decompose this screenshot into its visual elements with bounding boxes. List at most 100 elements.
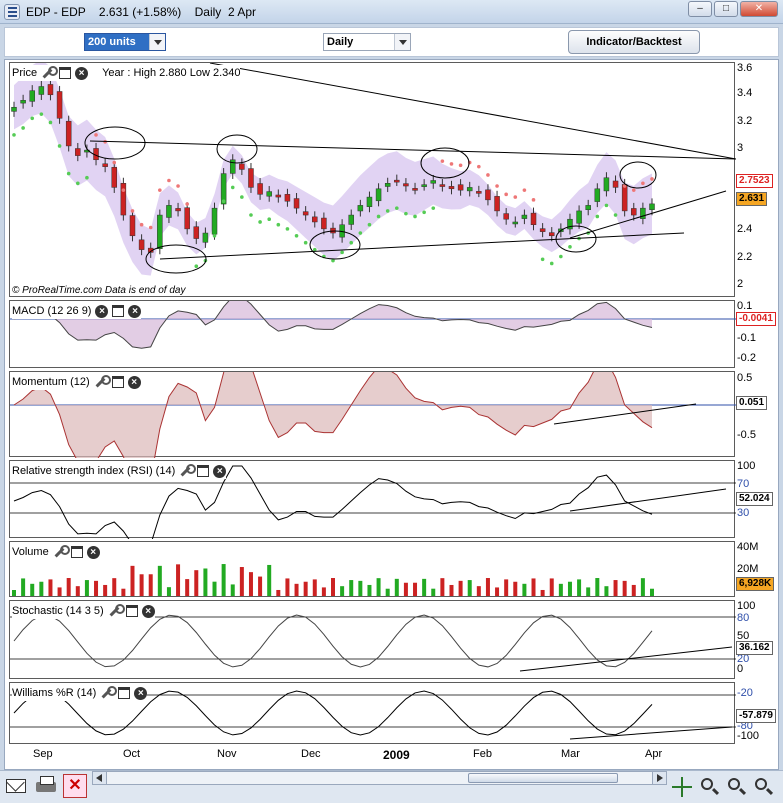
volume-bar <box>394 578 399 596</box>
candle-body <box>594 188 601 202</box>
candle-body <box>202 232 209 243</box>
minimize-button[interactable]: ‒ <box>688 1 712 17</box>
scroll-left-arrow-icon[interactable] <box>93 772 107 784</box>
stochastic-panel[interactable]: Stochastic (14 3 5) × <box>9 600 736 679</box>
scroll-thumb[interactable] <box>468 773 618 783</box>
window-icon[interactable] <box>112 305 125 317</box>
candle-body <box>321 217 327 230</box>
volume-bar <box>650 588 654 596</box>
wrench-icon[interactable] <box>41 66 59 80</box>
sar-dot <box>121 188 126 192</box>
horizontal-scrollbar[interactable] <box>92 771 667 785</box>
chevron-down-icon[interactable] <box>394 34 410 50</box>
delete-icon[interactable]: ✕ <box>63 774 87 798</box>
maximize-button[interactable]: □ <box>714 1 738 17</box>
window-title: EDP - EDP 2.631 (+1.58%) Daily 2 Apr <box>26 5 256 19</box>
window-icon[interactable] <box>111 376 124 388</box>
candle-body <box>567 218 573 230</box>
stochastic-tick: 0 <box>737 663 744 675</box>
sar-dot <box>85 175 89 180</box>
candle-body <box>129 215 136 237</box>
williams-axis: -20 -80 -100 -57.879 <box>735 682 780 744</box>
sar-dot <box>258 220 262 224</box>
period-select[interactable]: Daily <box>323 33 411 51</box>
close-icon[interactable]: × <box>75 66 89 80</box>
window-icon[interactable] <box>125 605 138 617</box>
volume-panel[interactable]: Volume × <box>9 541 735 597</box>
sar-dot <box>66 171 71 176</box>
window-icon[interactable] <box>197 465 210 477</box>
wrench-icon[interactable] <box>179 464 197 478</box>
sar-dot <box>158 188 162 192</box>
candle-body <box>284 194 291 202</box>
candle-body <box>585 205 591 210</box>
window-icon[interactable] <box>118 687 131 699</box>
williams-tick: -20 <box>737 687 753 699</box>
williams-label: Williams %R (14) <box>12 687 97 699</box>
close-icon[interactable]: × <box>213 464 227 478</box>
sar-dot <box>267 217 272 222</box>
candle-body <box>448 186 455 190</box>
williams-badge: -57.879 <box>736 709 776 723</box>
mail-icon[interactable] <box>6 779 26 793</box>
volume-bar <box>185 579 190 596</box>
zoom-out-icon[interactable] <box>727 777 747 797</box>
volume-bar <box>349 580 354 596</box>
williams-panel[interactable]: Williams %R (14) × <box>9 682 736 744</box>
price-footer: © ProRealTime.com Data is end of day <box>12 285 186 296</box>
candle-body <box>348 214 354 225</box>
candle-body <box>412 188 418 191</box>
indicator-backtest-button[interactable]: Indicator/Backtest <box>568 30 700 54</box>
volume-bar <box>640 578 645 596</box>
candle-body <box>403 183 409 187</box>
units-select[interactable]: 200 units <box>84 33 166 51</box>
close-button[interactable]: ✕ <box>740 1 778 17</box>
williams-tick: -100 <box>737 730 760 742</box>
candle-body <box>384 183 391 187</box>
wrench-icon[interactable] <box>94 375 111 389</box>
candle-body <box>75 148 81 156</box>
candle-body <box>239 163 245 170</box>
momentum-panel[interactable]: Momentum (12) × <box>9 371 736 458</box>
wrench-icon[interactable] <box>100 686 118 700</box>
macd-panel[interactable]: MACD (12 26 9) × × <box>9 300 736 368</box>
sar-dot <box>595 214 600 219</box>
close-icon[interactable]: × <box>128 304 142 318</box>
window-icon[interactable] <box>59 67 72 79</box>
volume-bar <box>39 581 44 596</box>
upper-band-badge: 2.7523 <box>736 174 773 188</box>
close-icon[interactable]: × <box>141 604 155 618</box>
wrench-icon[interactable] <box>53 545 70 559</box>
volume-bar <box>540 589 545 596</box>
macd-tick: -0.2 <box>737 352 756 364</box>
scroll-right-arrow-icon[interactable] <box>652 772 666 784</box>
volume-bar <box>148 574 153 596</box>
zoom-in-icon[interactable] <box>754 777 774 797</box>
close-icon[interactable]: × <box>127 375 141 389</box>
stochastic-panel-header: Stochastic (14 3 5) × <box>12 603 155 619</box>
volume-bar <box>303 581 308 596</box>
momentum-tick: 0.5 <box>737 372 753 384</box>
close-icon[interactable]: × <box>86 545 100 559</box>
price-panel[interactable]: Price × Year : High 2.880 Low 2.340 © Pr… <box>9 62 736 297</box>
search-icon[interactable] <box>700 777 720 797</box>
volume-bar <box>422 578 427 596</box>
volume-bar <box>230 584 235 596</box>
chevron-down-icon[interactable] <box>149 34 165 50</box>
price-tick: 3.6 <box>737 62 753 74</box>
candle-body <box>257 183 263 195</box>
volume-panel-header: Volume × <box>12 544 100 560</box>
volume-bar <box>176 564 181 596</box>
close-icon[interactable]: × <box>95 304 109 318</box>
sar-dot <box>376 214 381 219</box>
trend-line <box>159 232 685 260</box>
candle-body <box>29 90 35 102</box>
rsi-panel[interactable]: Relative strength index (RSI) (14) × <box>9 460 736 539</box>
close-icon[interactable]: × <box>134 686 148 700</box>
print-icon[interactable] <box>36 776 56 792</box>
app-icon <box>4 4 20 20</box>
crosshair-icon[interactable] <box>672 777 692 797</box>
candle-body <box>166 205 172 218</box>
wrench-icon[interactable] <box>108 604 125 618</box>
window-icon[interactable] <box>70 546 83 558</box>
